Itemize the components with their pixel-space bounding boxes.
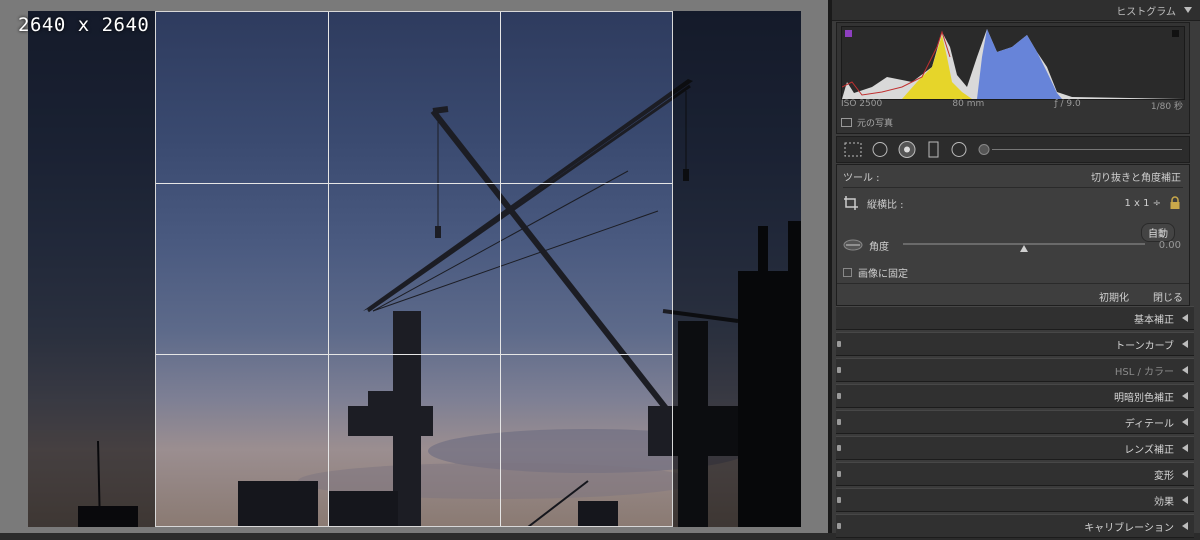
crop-tool-panel: ツール : 切り抜きと角度補正 縦横比 : 1 x 1 ÷ 自動 角度 0.00… [836, 164, 1190, 306]
expand-triangle-icon[interactable] [1182, 366, 1188, 374]
crop-overlay-right [673, 11, 801, 527]
section-title: ディテール [1124, 418, 1174, 430]
crop-footer: 初期化 閉じる [1099, 289, 1183, 304]
angle-slider-thumb[interactable] [1020, 245, 1028, 252]
section-title: レンズ補正 [1124, 444, 1174, 456]
aperture-value: ƒ / 9.0 [1054, 99, 1081, 109]
section-title: 変形 [1154, 470, 1174, 482]
close-button[interactable]: 閉じる [1153, 289, 1183, 304]
histogram-header[interactable]: ヒストグラム [832, 0, 1200, 21]
panel-section-header[interactable]: ディテール [836, 410, 1194, 434]
adjustment-brush-icon[interactable] [978, 144, 990, 155]
lock-to-image-checkbox[interactable] [843, 268, 852, 277]
develop-panel: ヒストグラム ISO 2500 80 mm ƒ / 9.0 1/80 秒 元の写… [832, 0, 1200, 538]
section-toggle-switch-icon[interactable] [837, 367, 841, 373]
panel-sections: 基本補正トーンカーブ HSL / カラー 明暗別色補正ディテールレンズ補正変形効果キ… [836, 306, 1194, 540]
section-title: 基本補正 [1134, 314, 1174, 326]
original-photo-toggle[interactable]: 元の写真 [841, 116, 893, 129]
grid-line-v2 [500, 12, 501, 526]
crop-frame[interactable] [155, 11, 673, 527]
tool-label: ツール : [843, 173, 880, 184]
histogram-curve [841, 29, 1184, 99]
expand-triangle-icon[interactable] [1182, 496, 1188, 504]
straighten-tool-icon[interactable] [843, 239, 863, 251]
crop-overlay-left [28, 11, 155, 527]
panel-section-header[interactable]: HSL / カラー [836, 358, 1194, 382]
expand-triangle-icon[interactable] [1182, 314, 1188, 322]
radial-filter-icon[interactable] [951, 142, 967, 157]
tool-name: 切り抜きと角度補正 [1091, 173, 1181, 184]
section-toggle-switch-icon[interactable] [837, 497, 841, 503]
crop-frame-icon[interactable] [843, 195, 859, 211]
angle-value[interactable]: 0.00 [1159, 240, 1181, 251]
grid-line-h1 [156, 183, 672, 184]
panel-section-header[interactable]: レンズ補正 [836, 436, 1194, 460]
crop-tool-icon[interactable] [844, 142, 862, 157]
panel-section-header[interactable]: 基本補正 [836, 306, 1194, 330]
section-toggle-switch-icon[interactable] [837, 419, 841, 425]
lock-to-image-label: 画像に固定 [858, 269, 908, 280]
focal-length-value: 80 mm [952, 99, 985, 109]
histogram-graph[interactable] [841, 26, 1185, 100]
panel-section-header[interactable]: トーンカーブ [836, 332, 1194, 356]
tool-row: ツール : 切り抜きと角度補正 [843, 169, 1181, 184]
iso-value: ISO 2500 [841, 99, 883, 109]
histogram-title: ヒストグラム [1116, 6, 1176, 18]
image-canvas[interactable]: 2640 x 2640 [0, 0, 828, 533]
expand-triangle-icon[interactable] [1182, 470, 1188, 478]
shutter-value: 1/80 秒 [1150, 102, 1183, 112]
angle-label: 角度 [869, 241, 889, 253]
angle-slider[interactable] [903, 243, 1145, 252]
panel-section-header[interactable]: 変形 [836, 462, 1194, 486]
section-title: 効果 [1154, 496, 1174, 508]
tool-separator [843, 187, 1183, 188]
expand-triangle-icon[interactable] [1182, 418, 1188, 426]
graduated-filter-icon[interactable] [928, 141, 939, 158]
panel-section-header[interactable]: キャリブレーション [836, 514, 1194, 538]
panel-section-header[interactable]: 効果 [836, 488, 1194, 512]
original-photo-label: 元の写真 [857, 119, 894, 129]
section-toggle-switch-icon[interactable] [837, 523, 841, 529]
aspect-dropdown[interactable]: 1 x 1 ÷ [1124, 198, 1161, 209]
section-toggle-switch-icon[interactable] [837, 341, 841, 347]
section-title: 明暗別色補正 [1114, 392, 1174, 404]
red-eye-center-icon [904, 146, 910, 153]
aspect-row: 縦横比 : 1 x 1 ÷ [843, 195, 1181, 211]
expand-triangle-icon[interactable] [1182, 444, 1188, 452]
panel-section-header[interactable]: 明暗別色補正 [836, 384, 1194, 408]
histogram-panel: ISO 2500 80 mm ƒ / 9.0 1/80 秒 元の写真 [836, 22, 1190, 134]
footer-separator [837, 283, 1189, 284]
section-title: キャリブレーション [1084, 522, 1174, 534]
collapse-triangle-icon[interactable] [1184, 7, 1192, 13]
lock-icon[interactable] [1169, 196, 1181, 210]
exif-row: ISO 2500 80 mm ƒ / 9.0 1/80 秒 [841, 99, 1183, 112]
angle-row: 角度 0.00 [843, 237, 1181, 253]
crop-dimensions-label: 2640 x 2640 [18, 14, 150, 36]
original-photo-icon [841, 118, 852, 127]
spot-removal-icon[interactable] [872, 142, 888, 157]
section-title: トーンカーブ [1115, 340, 1174, 352]
lock-to-image-row[interactable]: 画像に固定 [843, 265, 1181, 280]
tool-strip [836, 136, 1190, 163]
grid-line-v1 [328, 12, 329, 526]
aspect-label: 縦横比 : [867, 199, 904, 211]
section-toggle-switch-icon[interactable] [837, 445, 841, 451]
section-toggle-switch-icon[interactable] [837, 471, 841, 477]
reset-button[interactable]: 初期化 [1099, 289, 1129, 304]
expand-triangle-icon[interactable] [1182, 522, 1188, 530]
expand-triangle-icon[interactable] [1182, 340, 1188, 348]
section-toggle-switch-icon[interactable] [837, 393, 841, 399]
grid-line-h2 [156, 354, 672, 355]
tool-strip-icons [844, 141, 1182, 158]
expand-triangle-icon[interactable] [1182, 392, 1188, 400]
section-title: HSL / カラー [1114, 366, 1174, 378]
